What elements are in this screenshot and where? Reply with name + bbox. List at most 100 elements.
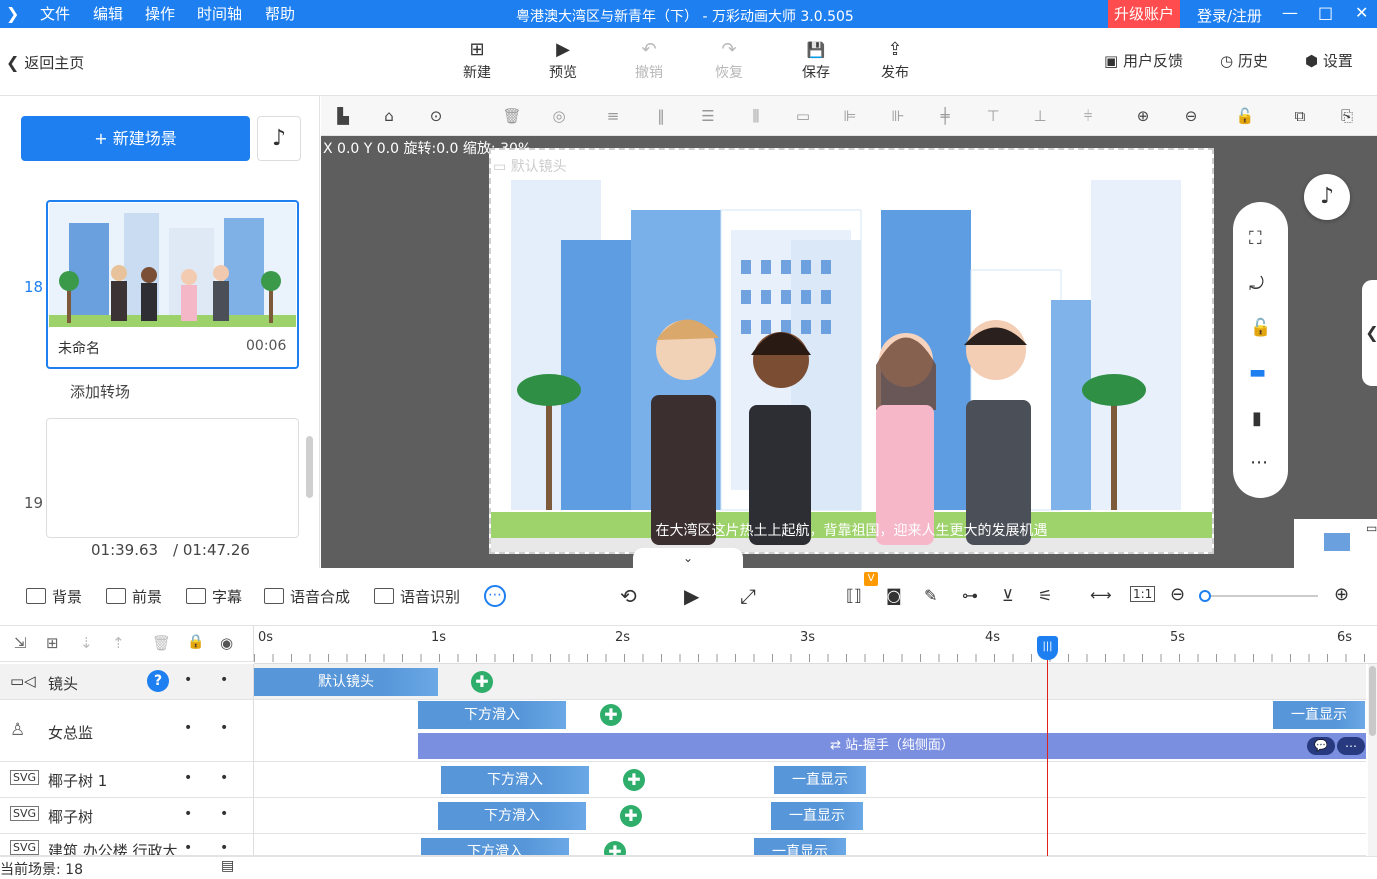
clip-slide-in[interactable]: 下方滑入 bbox=[418, 701, 566, 729]
minimap[interactable]: ▭ bbox=[1294, 519, 1377, 568]
move-up-icon[interactable]: ⇡ bbox=[112, 634, 125, 652]
upgrade-button[interactable]: 升级账户 bbox=[1108, 0, 1181, 28]
actual-size-icon[interactable]: 1:1 bbox=[1130, 586, 1156, 602]
add-keyframe-icon[interactable]: ✚ bbox=[600, 704, 622, 726]
timeline-scrollbar[interactable] bbox=[1368, 664, 1377, 856]
focus-icon[interactable]: ◎ bbox=[547, 104, 571, 128]
foreground-button[interactable]: 前景 bbox=[106, 586, 162, 607]
publish-button[interactable]: ⇪ 发布 bbox=[865, 38, 925, 82]
comment-icon[interactable]: 💬 bbox=[1307, 737, 1335, 755]
align-bottom-icon[interactable]: ☰ bbox=[696, 104, 720, 128]
stage[interactable]: ▭ 默认镜头 在大湾区这片热土上起航，背靠祖国，迎来人生更大的发展机遇 bbox=[489, 148, 1214, 554]
zoom-in-timeline-icon[interactable]: ⊕ bbox=[1334, 584, 1349, 605]
subtitle-text[interactable]: 在大湾区这片热土上起航，背靠祖国，迎来人生更大的发展机遇 bbox=[491, 520, 1212, 540]
play-button[interactable]: ▶ bbox=[684, 584, 699, 608]
playhead-handle[interactable]: ||| bbox=[1037, 636, 1058, 660]
clip-default-camera[interactable]: 默认镜头 bbox=[254, 668, 438, 696]
fullscreen-icon[interactable]: ⤢ bbox=[740, 584, 756, 608]
asr-button[interactable]: 语音识别 bbox=[374, 586, 460, 607]
music-note-icon[interactable]: ♪ bbox=[257, 116, 301, 161]
visible-dot[interactable]: • bbox=[220, 770, 228, 786]
clip-always-show[interactable]: 一直显示 bbox=[754, 838, 846, 855]
adjust-icon[interactable]: ⚟ bbox=[1038, 586, 1052, 605]
minimap-toggle-icon[interactable]: ▭ bbox=[1366, 521, 1377, 535]
more-options-icon[interactable]: ⋯ bbox=[1250, 452, 1268, 473]
music-button[interactable]: ♪ bbox=[1304, 174, 1350, 220]
track-label-female-director[interactable]: ♙ 女总监 • • bbox=[0, 700, 254, 762]
menu-edit[interactable]: 编辑 bbox=[93, 0, 123, 28]
import-icon[interactable]: ⇲ bbox=[14, 634, 27, 652]
tts-button[interactable]: 语音合成 bbox=[264, 586, 350, 607]
delete-layer-icon[interactable]: 🗑 bbox=[152, 634, 171, 652]
track-row-female-director[interactable]: 下方滑入 ✚ 一直显示 ⇄ 站-握手（纯侧面） 💬 ⋯ bbox=[254, 700, 1366, 762]
lock-all-icon[interactable]: 🔒 bbox=[187, 634, 204, 650]
zoom-in-icon[interactable]: ⊕ bbox=[1131, 104, 1155, 128]
menu-operate[interactable]: 操作 bbox=[145, 0, 175, 28]
clip-slide-in[interactable]: 下方滑入 bbox=[421, 838, 569, 855]
add-layer-icon[interactable]: ⊞ bbox=[46, 634, 59, 652]
action-clip[interactable]: ⇄ 站-握手（纯侧面） bbox=[418, 733, 1366, 759]
edit-icon[interactable]: ✎ bbox=[924, 586, 937, 605]
history-button[interactable]: ◷ 历史 bbox=[1220, 50, 1268, 71]
menu-file[interactable]: 文件 bbox=[40, 0, 70, 28]
replay-icon[interactable]: ⟲ bbox=[620, 584, 637, 608]
new-scene-button[interactable]: + 新建场景 bbox=[21, 116, 250, 161]
distribute-h-icon[interactable]: ⫼ bbox=[744, 104, 768, 128]
zoom-out-icon[interactable]: ⊖ bbox=[1179, 104, 1203, 128]
expand-panel-icon[interactable]: ❮ bbox=[1362, 280, 1377, 386]
portrait-icon[interactable]: ▮ bbox=[1252, 408, 1262, 429]
paste-icon[interactable]: ⎘ bbox=[1335, 104, 1359, 128]
align-middle-icon[interactable]: ⫩ bbox=[1076, 104, 1100, 128]
clip-always-show[interactable]: 一直显示 bbox=[774, 766, 866, 794]
lock-icon[interactable]: 🔓 bbox=[1250, 318, 1271, 338]
track-label-palm-1[interactable]: SVG 椰子树 1 • • bbox=[0, 762, 254, 798]
fullscreen-focus-icon[interactable]: ⛶ bbox=[1249, 228, 1262, 249]
add-transition-button[interactable]: 添加转场 bbox=[70, 381, 130, 402]
camera-icon[interactable]: ◙ bbox=[886, 586, 902, 605]
move-down-icon[interactable]: ⇣ bbox=[80, 634, 93, 652]
visibility-icon[interactable]: ◉ bbox=[220, 634, 233, 652]
scene-19-card[interactable] bbox=[46, 418, 299, 538]
track-label-palm[interactable]: SVG 椰子树 • • bbox=[0, 798, 254, 834]
visible-dot[interactable]: • bbox=[220, 672, 228, 688]
filter-icon[interactable]: ⊻ bbox=[1002, 586, 1014, 605]
clip-always-show[interactable]: 一直显示 bbox=[771, 802, 863, 830]
track-label-camera[interactable]: ▭◁ 镜头 ? • • bbox=[0, 664, 254, 700]
layer-icon[interactable]: ▙ bbox=[331, 104, 355, 128]
document-icon[interactable]: ▤ bbox=[221, 858, 234, 874]
unlock-icon[interactable]: 🔓 bbox=[1233, 104, 1257, 128]
preview-button[interactable]: ▶ 预览 bbox=[533, 38, 593, 82]
time-ruler[interactable]: 0s 1s 2s 3s 4s 5s 6s bbox=[254, 626, 1377, 664]
zoom-slider[interactable] bbox=[1204, 595, 1318, 597]
settings-button[interactable]: ⬢ 设置 bbox=[1305, 50, 1353, 71]
align-left-icon[interactable]: ⊫ bbox=[838, 104, 862, 128]
login-button[interactable]: 登录/注册 bbox=[1197, 5, 1262, 26]
scene-scrollbar[interactable] bbox=[306, 436, 313, 498]
more-icon[interactable]: ⊙ bbox=[424, 104, 448, 128]
lock-dot[interactable]: • bbox=[184, 770, 192, 786]
distribute-v-icon[interactable]: ▭ bbox=[791, 104, 815, 128]
back-home-button[interactable]: ❮ 返回主页 bbox=[6, 52, 84, 73]
close-button[interactable]: ✕ bbox=[1355, 3, 1368, 22]
clip-slide-in[interactable]: 下方滑入 bbox=[438, 802, 586, 830]
home-icon[interactable]: ⌂ bbox=[377, 104, 401, 128]
minimize-button[interactable]: — bbox=[1282, 3, 1298, 22]
save-button[interactable]: 💾 保存 bbox=[786, 38, 846, 82]
visible-dot[interactable]: • bbox=[220, 806, 228, 822]
new-button[interactable]: ⊞ 新建 bbox=[447, 38, 507, 82]
lock-dot[interactable]: • bbox=[184, 720, 192, 736]
track-row-palm[interactable]: 下方滑入 ✚ 一直显示 bbox=[254, 798, 1366, 834]
undo-button[interactable]: ↶ 撤销 bbox=[619, 38, 679, 82]
visible-dot[interactable]: • bbox=[220, 840, 228, 855]
collapse-chevron-icon[interactable]: ⌄ bbox=[633, 548, 743, 568]
add-keyframe-icon[interactable]: ✚ bbox=[620, 805, 642, 827]
fit-width-icon[interactable]: ⟷ bbox=[1090, 586, 1112, 604]
split-icon[interactable]: ⊶ bbox=[962, 586, 978, 605]
maximize-button[interactable]: □ bbox=[1318, 3, 1333, 22]
add-keyframe-icon[interactable]: ✚ bbox=[471, 671, 493, 693]
clip-slide-in[interactable]: 下方滑入 bbox=[441, 766, 589, 794]
scene-18-card[interactable]: 未命名 00:06 bbox=[46, 200, 299, 369]
lock-dot[interactable]: • bbox=[184, 806, 192, 822]
more-tools-icon[interactable]: ⋯ bbox=[484, 585, 506, 607]
track-row-camera[interactable]: 默认镜头 ✚ bbox=[254, 664, 1366, 700]
